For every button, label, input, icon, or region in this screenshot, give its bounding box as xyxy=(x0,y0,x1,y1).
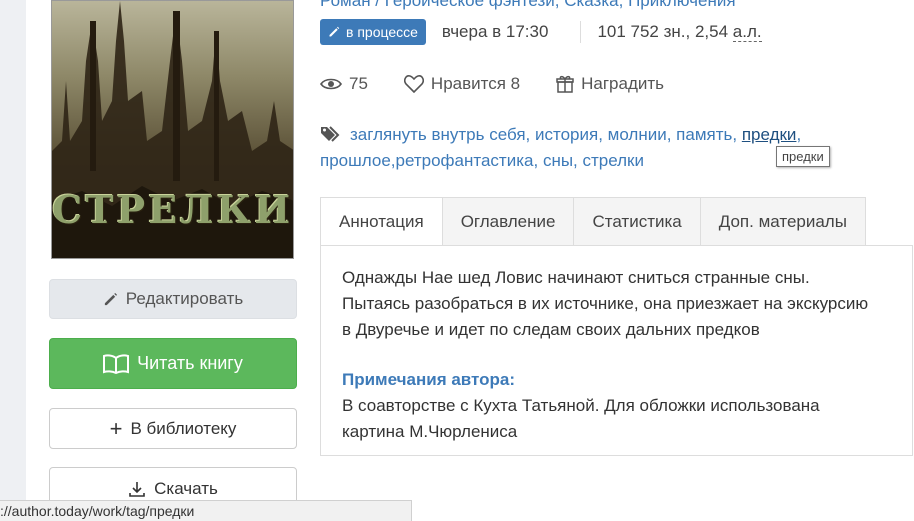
plus-icon: + xyxy=(109,415,123,441)
book-size: 101 752 зн., 2,54 а.л. xyxy=(580,21,777,43)
author-sheets-unit[interactable]: а.л. xyxy=(732,22,762,42)
tag-separator: , xyxy=(573,151,583,170)
tag-separator: , xyxy=(525,125,535,144)
annotation-line: Пытаясь разобраться в их источнике, она … xyxy=(342,294,869,313)
tag-separator: , xyxy=(533,151,543,170)
tag-tooltip: предки xyxy=(776,146,830,167)
tag-link[interactable]: стрелки xyxy=(583,151,644,170)
tab-annotation[interactable]: Аннотация xyxy=(320,197,443,246)
book-cover[interactable]: СТРЕЛКИ xyxy=(51,0,294,259)
tag-link[interactable]: прошлое xyxy=(320,151,391,170)
edit-button[interactable]: Редактировать xyxy=(49,279,297,319)
author-notes-line: В соавторстве с Кухта Татьяной. Для обло… xyxy=(342,396,820,415)
reward-label: Наградить xyxy=(581,74,665,93)
author-notes-title: Примечания автора: xyxy=(342,370,516,389)
updated-time: вчера в 17:30 xyxy=(441,22,549,41)
views-stat: 75 xyxy=(320,74,368,94)
status-row: в процессе вчера в 17:30 101 752 зн., 2,… xyxy=(320,19,778,45)
eye-icon xyxy=(320,78,342,90)
pencil-icon xyxy=(104,292,117,305)
gift-icon xyxy=(556,75,574,93)
annotation-line: Однажды Нае шед Ловис начинают сниться с… xyxy=(342,268,810,287)
status-badge-label: в процессе xyxy=(346,24,418,40)
add-to-library-button[interactable]: + В библиотеку xyxy=(49,408,297,449)
views-count: 75 xyxy=(349,74,368,93)
tab-extra-materials[interactable]: Доп. материалы xyxy=(700,197,866,246)
edit-button-label: Редактировать xyxy=(125,289,244,308)
tag-separator: , xyxy=(598,125,608,144)
tag-link[interactable]: ретрофантастика xyxy=(396,151,534,170)
genres-link[interactable]: Роман / Героическое фэнтези, Сказка, При… xyxy=(320,0,736,11)
annotation-line: в Двуречье и идет по следам своих дальни… xyxy=(342,320,760,339)
add-to-library-label: В библиотеку xyxy=(130,418,237,438)
download-label: Скачать xyxy=(154,479,218,498)
read-book-button[interactable]: Читать книгу xyxy=(49,338,297,389)
tags-container: заглянуть внутрь себя, история, молнии, … xyxy=(320,125,801,170)
book-size-value: 101 752 зн., 2,54 xyxy=(597,22,733,41)
tab-contents[interactable]: Оглавление xyxy=(442,197,575,246)
tag-separator: , xyxy=(732,125,742,144)
tag-link[interactable]: предки xyxy=(742,125,797,144)
tag-link[interactable]: молнии xyxy=(608,125,667,144)
tags-icon xyxy=(321,126,340,142)
book-tabs: Аннотация Оглавление Статистика Доп. мат… xyxy=(320,197,866,246)
tag-link[interactable]: заглянуть внутрь себя xyxy=(350,125,526,144)
download-icon xyxy=(129,482,145,497)
tag-separator: , xyxy=(796,125,802,144)
tab-statistics[interactable]: Статистика xyxy=(574,197,701,246)
tag-link[interactable]: сны xyxy=(543,151,573,170)
like-label: Нравится 8 xyxy=(430,74,521,93)
status-badge: в процессе xyxy=(320,19,426,45)
heart-icon xyxy=(403,75,424,93)
author-notes-line: картина М.Чюрлениса xyxy=(342,422,518,441)
tag-link[interactable]: история xyxy=(535,125,598,144)
open-book-icon xyxy=(103,353,130,374)
pencil-icon xyxy=(329,26,340,37)
cover-title: СТРЕЛКИ xyxy=(52,187,294,232)
tag-link[interactable]: память xyxy=(676,125,732,144)
reward-button[interactable]: Наградить xyxy=(556,74,664,94)
annotation-panel: Однажды Нае шед Ловис начинают сниться с… xyxy=(320,245,913,456)
read-book-label: Читать книгу xyxy=(137,353,243,373)
status-url-bar: ://author.today/work/tag/предки xyxy=(0,500,412,521)
stats-row: 75 Нравится 8 Наградить xyxy=(320,74,700,94)
tag-separator: , xyxy=(666,125,677,144)
like-button[interactable]: Нравится 8 xyxy=(403,74,521,94)
